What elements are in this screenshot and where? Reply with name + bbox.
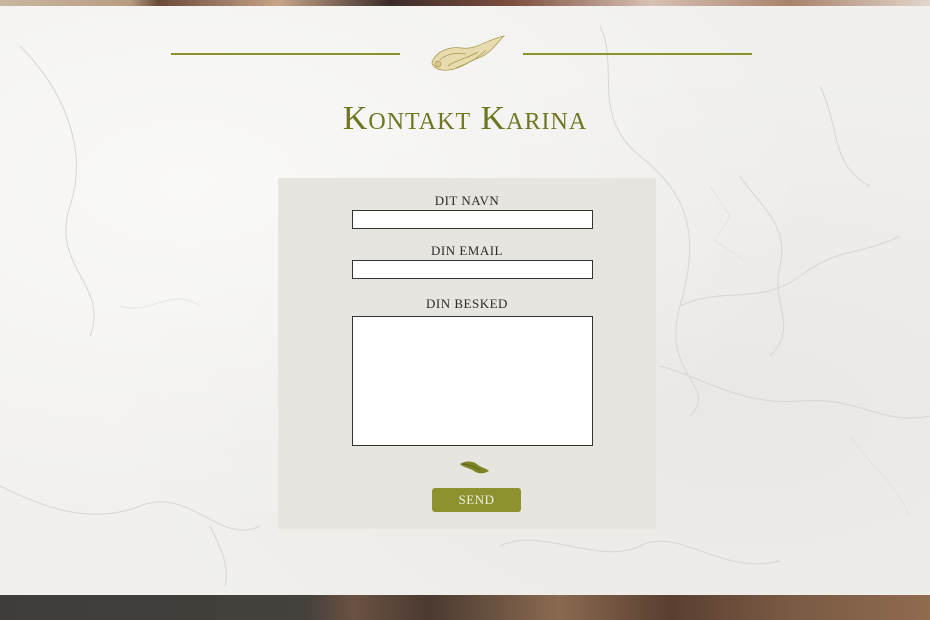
message-textarea[interactable] <box>352 316 593 446</box>
acanthus-leaf-ornament-icon <box>431 35 506 71</box>
leaf-ornament-icon <box>460 461 489 474</box>
ornament-line-right <box>523 53 752 55</box>
page-title: Kontakt Karina <box>342 100 588 137</box>
footer-photo-band <box>0 595 930 620</box>
email-label: DIN EMAIL <box>430 243 503 258</box>
message-label: DIN BESKED <box>426 296 508 311</box>
contact-form-panel: DIT NAVN DIN EMAIL DIN BESKED SEND <box>278 178 656 529</box>
name-input[interactable] <box>352 210 593 229</box>
name-label: DIT NAVN <box>434 193 500 208</box>
send-button[interactable]: SEND <box>432 488 521 512</box>
ornament-line-left <box>171 53 400 55</box>
email-input[interactable] <box>352 260 593 279</box>
